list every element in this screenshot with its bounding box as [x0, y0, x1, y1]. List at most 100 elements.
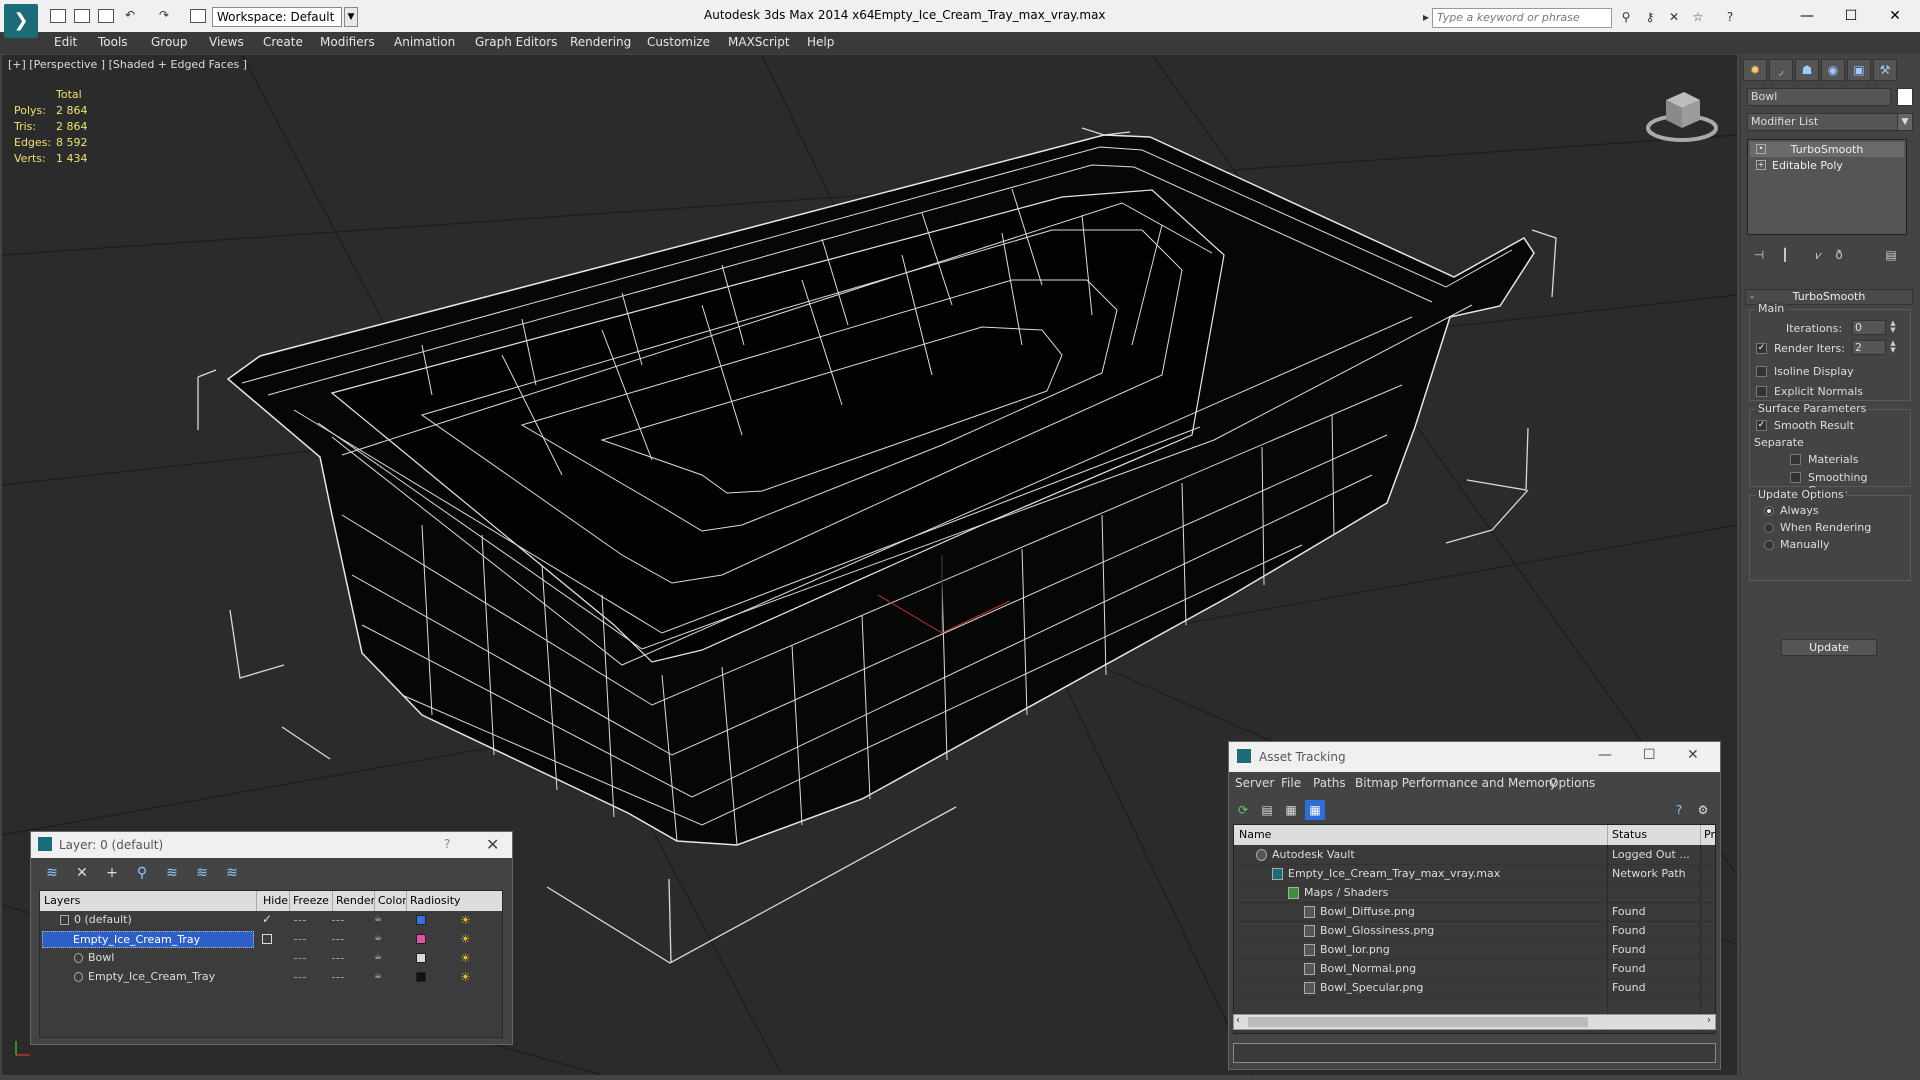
- freeze-toggle[interactable]: [332, 920, 344, 922]
- table-row[interactable]: Bowl_Diffuse.png Found: [1234, 903, 1715, 922]
- help-icon[interactable]: ?: [444, 837, 450, 851]
- hide-toggle[interactable]: [294, 958, 306, 960]
- help-icon[interactable]: ?: [1669, 800, 1689, 820]
- table-view-icon[interactable]: ▦: [1305, 800, 1325, 820]
- communication-icon[interactable]: ✕: [1666, 10, 1682, 24]
- motion-tab-icon[interactable]: ◉: [1821, 59, 1845, 81]
- iterations-spinner[interactable]: 0: [1852, 320, 1886, 335]
- layer-window-titlebar[interactable]: Layer: 0 (default) ? ✕: [31, 832, 512, 858]
- table-row[interactable]: Bowl_Specular.png Found: [1234, 979, 1715, 998]
- always-radio[interactable]: [1764, 506, 1774, 516]
- menu-edit[interactable]: Edit: [54, 35, 77, 49]
- menu-group[interactable]: Group: [151, 35, 188, 49]
- save-file-icon[interactable]: [98, 9, 114, 23]
- expand-plus-icon[interactable]: +: [1756, 160, 1766, 170]
- chevron-down-icon[interactable]: ▼: [1897, 113, 1913, 131]
- close-icon[interactable]: ✕: [486, 835, 499, 854]
- menu-rendering[interactable]: Rendering: [570, 35, 631, 49]
- radiosity-icon[interactable]: ☀: [460, 970, 474, 984]
- menu-maxscript[interactable]: MAXScript: [728, 35, 790, 49]
- add-to-layer-icon[interactable]: +: [103, 864, 121, 882]
- scroll-left-icon[interactable]: ‹: [1236, 1015, 1240, 1026]
- binoculars-icon[interactable]: ⚲: [1618, 10, 1634, 24]
- list-view-icon[interactable]: ▤: [1257, 800, 1277, 820]
- table-row[interactable]: Bowl ☕ ☀: [40, 949, 502, 968]
- table-row[interactable]: Empty_Ice_Cream_Tray ☕ ☀: [40, 968, 502, 987]
- render-teapot-icon[interactable]: ☕: [374, 953, 386, 962]
- new-file-icon[interactable]: [50, 9, 66, 23]
- object-color-swatch[interactable]: [416, 972, 426, 982]
- asset-status-field[interactable]: [1233, 1043, 1716, 1063]
- make-unique-icon[interactable]: ⩗: [1811, 248, 1827, 264]
- viewport-label[interactable]: [+] [Perspective ] [Shaded + Edged Faces…: [8, 58, 247, 71]
- update-button[interactable]: Update: [1781, 639, 1877, 656]
- key-icon[interactable]: ⚷: [1642, 10, 1658, 24]
- table-row[interactable]: Bowl_Normal.png Found: [1234, 960, 1715, 979]
- make-current-box[interactable]: [262, 934, 272, 944]
- scroll-right-icon[interactable]: ›: [1707, 1015, 1711, 1026]
- menu-tools[interactable]: Tools: [98, 35, 128, 49]
- viewcube-icon[interactable]: [1642, 80, 1722, 150]
- object-color-swatch[interactable]: [1897, 88, 1913, 106]
- help-icon[interactable]: ?: [1722, 10, 1738, 24]
- render-teapot-icon[interactable]: ☕: [374, 915, 386, 924]
- table-row[interactable]: Bowl_Glossiness.png Found: [1234, 922, 1715, 941]
- maximize-button[interactable]: ☐: [1828, 4, 1874, 28]
- redo-icon[interactable]: ↷: [156, 8, 172, 22]
- column-header[interactable]: Pr: [1704, 828, 1715, 841]
- menu-modifiers[interactable]: Modifiers: [320, 35, 375, 49]
- freeze-all-icon[interactable]: ≋: [223, 864, 241, 882]
- hide-all-icon[interactable]: ≋: [193, 864, 211, 882]
- table-row[interactable]: Empty_Ice_Cream_Tray ☕ ☀: [40, 930, 502, 949]
- open-file-icon[interactable]: [74, 9, 90, 23]
- current-layer-check-icon[interactable]: ✓: [262, 912, 272, 926]
- delete-layer-icon[interactable]: ✕: [73, 864, 91, 882]
- remove-modifier-icon[interactable]: ð: [1831, 248, 1847, 264]
- object-name[interactable]: Empty_Ice_Cream_Tray: [86, 969, 215, 986]
- table-row[interactable]: Autodesk Vault Logged Out ...: [1234, 846, 1715, 865]
- column-header[interactable]: Hide: [263, 894, 288, 907]
- select-objects-icon[interactable]: ⚲: [133, 864, 151, 882]
- horizontal-scrollbar[interactable]: ‹ ›: [1233, 1014, 1716, 1030]
- display-tab-icon[interactable]: ▣: [1847, 59, 1871, 81]
- close-button[interactable]: ✕: [1872, 4, 1918, 28]
- stack-item-editable-poly[interactable]: + Editable Poly: [1750, 158, 1904, 173]
- isoline-checkbox[interactable]: [1756, 366, 1767, 377]
- chevron-down-icon[interactable]: ▼: [344, 7, 358, 27]
- column-header[interactable]: Layers: [44, 894, 80, 907]
- collapse-icon[interactable]: -: [1750, 290, 1754, 304]
- scrollbar-thumb[interactable]: [1248, 1017, 1588, 1027]
- menu-server[interactable]: Server: [1235, 776, 1274, 790]
- modify-tab-icon[interactable]: ◞: [1769, 59, 1793, 81]
- layer-name[interactable]: Empty_Ice_Cream_Tray: [42, 931, 254, 948]
- hierarchy-tab-icon[interactable]: ☗: [1795, 59, 1819, 81]
- create-tab-icon[interactable]: ✹: [1743, 59, 1767, 81]
- radiosity-icon[interactable]: ☀: [460, 913, 474, 927]
- column-header[interactable]: Status: [1612, 828, 1647, 841]
- render-teapot-icon[interactable]: ☕: [374, 934, 386, 943]
- column-header[interactable]: Render: [336, 894, 375, 907]
- thumbnail-view-icon[interactable]: ▦: [1281, 800, 1301, 820]
- asset-window-titlebar[interactable]: Asset Tracking — ☐ ✕: [1229, 742, 1720, 772]
- object-name[interactable]: Bowl: [86, 950, 114, 967]
- menu-graph-editors[interactable]: Graph Editors: [475, 35, 557, 49]
- manually-radio[interactable]: [1764, 540, 1774, 550]
- radiosity-icon[interactable]: ☀: [460, 932, 474, 946]
- table-row[interactable]: Empty_Ice_Cream_Tray_max_vray.max Networ…: [1234, 865, 1715, 884]
- lightbulb-icon[interactable]: •: [1756, 144, 1766, 154]
- hide-toggle[interactable]: [294, 977, 306, 979]
- undo-icon[interactable]: ↶: [122, 8, 138, 22]
- search-input[interactable]: Type a keyword or phrase: [1432, 8, 1612, 28]
- render-iters-checkbox[interactable]: ✓: [1756, 343, 1767, 354]
- when-rendering-radio[interactable]: [1764, 523, 1774, 533]
- layer-color-swatch[interactable]: [416, 934, 426, 944]
- menu-views[interactable]: Views: [209, 35, 244, 49]
- app-logo-icon[interactable]: ❯: [4, 4, 38, 38]
- layer-color-swatch[interactable]: [416, 915, 426, 925]
- spinner-arrows-icon[interactable]: ▲ ▼: [1888, 320, 1898, 335]
- settings-icon[interactable]: ⚙: [1693, 800, 1713, 820]
- menu-help[interactable]: Help: [807, 35, 834, 49]
- menu-create[interactable]: Create: [263, 35, 303, 49]
- refresh-icon[interactable]: ⟳: [1233, 800, 1253, 820]
- render-teapot-icon[interactable]: ☕: [374, 972, 386, 981]
